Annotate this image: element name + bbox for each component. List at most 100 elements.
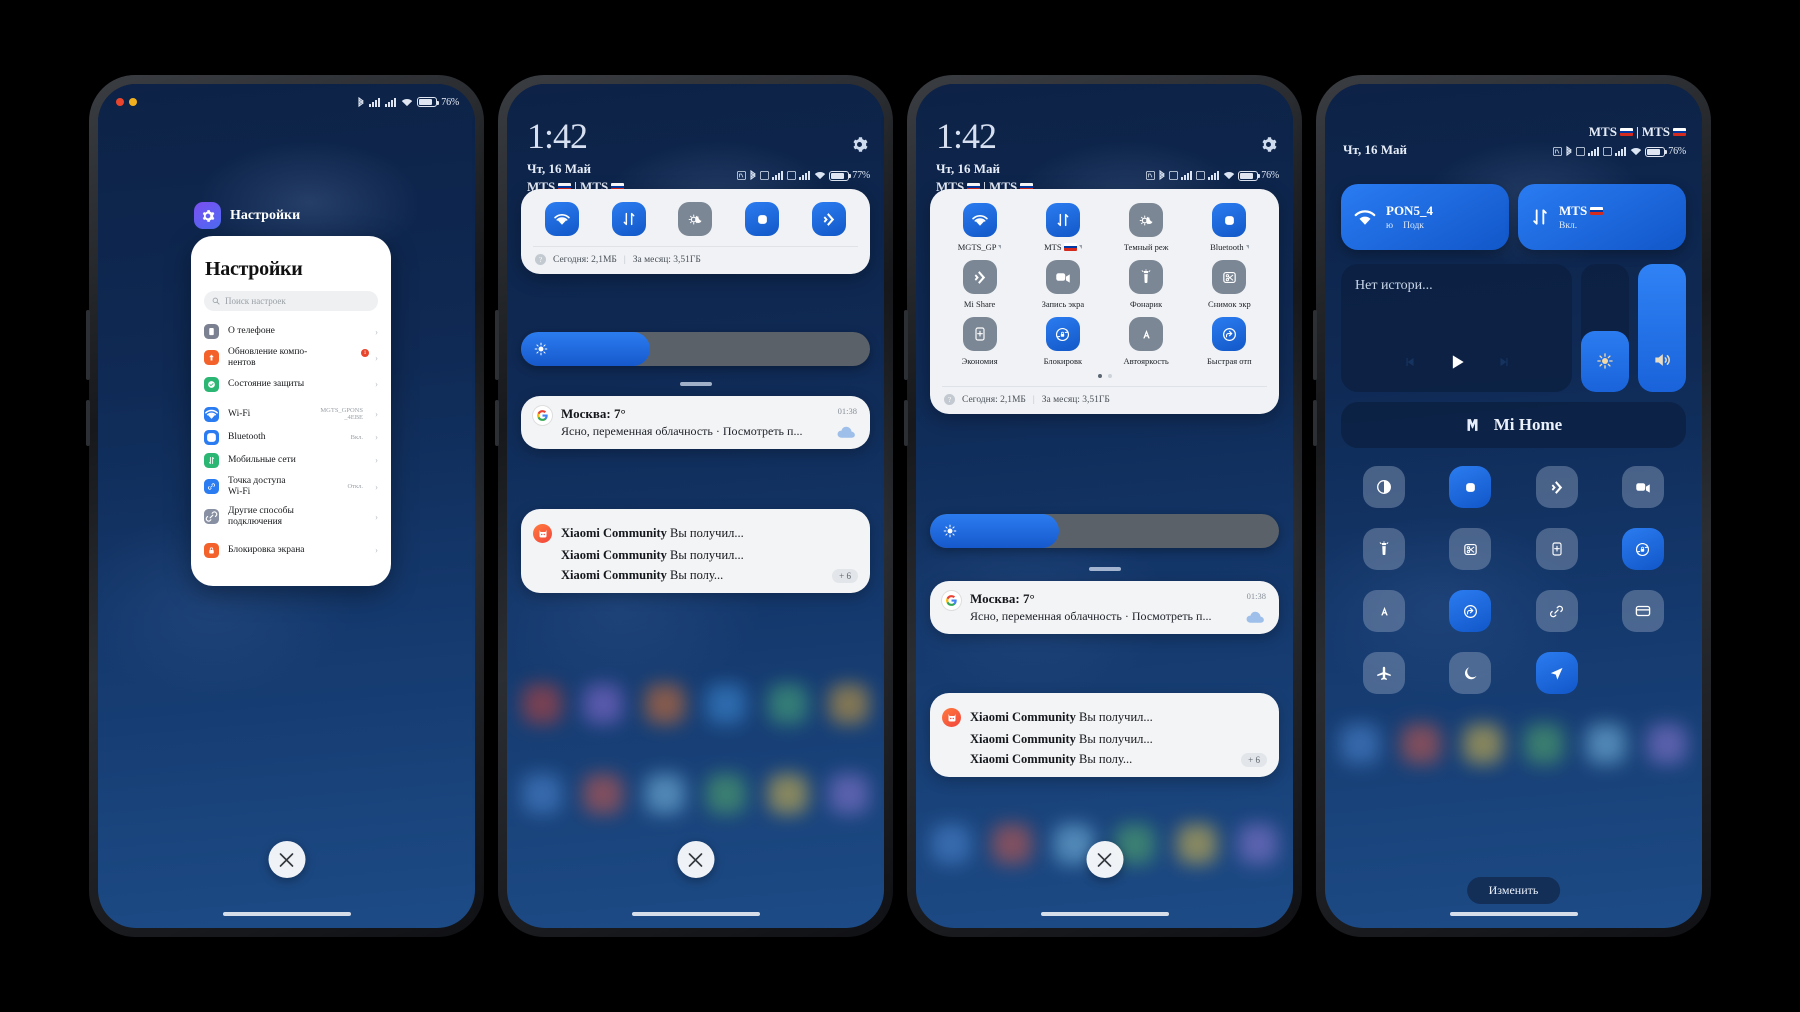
quick-tile-dark-mode[interactable] [1129, 203, 1164, 237]
app-chip[interactable]: Настройки [194, 202, 300, 229]
control-tile-location[interactable] [1535, 652, 1578, 694]
quick-tile-cell[interactable]: Блокировк [1021, 317, 1104, 366]
edit-button[interactable]: Изменить [1466, 877, 1561, 904]
quick-tile-bluetooth[interactable] [1212, 203, 1247, 237]
control-tile-bluetooth[interactable] [1449, 466, 1492, 508]
volume-button[interactable] [86, 400, 90, 446]
control-tile-rotation-lock[interactable] [1621, 528, 1664, 570]
home-indicator[interactable] [1449, 912, 1578, 916]
quick-tile-rotation-lock[interactable] [1045, 317, 1080, 351]
quick-tile-mobile-data[interactable] [1045, 203, 1080, 237]
settings-row[interactable]: Wi-Fi MGTS_GPONS _4EBE › [191, 403, 391, 426]
control-tile-screen-record[interactable] [1621, 466, 1664, 508]
volume-button[interactable] [904, 400, 908, 446]
quick-tile-mi-share[interactable] [811, 202, 846, 236]
settings-row[interactable]: О телефоне › [191, 320, 391, 343]
quick-tile-cell[interactable]: Темный реж [1105, 203, 1188, 252]
notification-weather[interactable]: 01:38 Москва: 7° Ясно, переменная облачн… [521, 396, 870, 449]
quick-tile-dark-mode[interactable] [678, 202, 713, 236]
data-usage-row[interactable]: ? Сегодня: 2,1МБ | За месяц: 3,51ГБ [930, 387, 1279, 414]
volume-button[interactable] [495, 400, 499, 446]
notification-weather[interactable]: 01:38 Москва: 7° Ясно, переменная облачн… [930, 581, 1279, 634]
search-input[interactable]: Поиск настроек [204, 291, 378, 311]
quick-tile-battery-saver[interactable] [962, 317, 997, 351]
settings-row[interactable]: Состояние защиты › [191, 373, 391, 396]
settings-row[interactable]: Bluetooth Вкл. › [191, 426, 391, 449]
settings-shortcut-button[interactable] [851, 136, 868, 153]
quick-tile-cell[interactable]: Экономия [938, 317, 1021, 366]
settings-row[interactable]: Обновление компо-нентов 1 › [191, 343, 391, 373]
notification-group-xiaomi[interactable]: Xiaomi Community Вы получил... Xiaomi Co… [521, 509, 870, 593]
quick-tile-mi-share[interactable] [962, 260, 997, 294]
quick-tile-cell[interactable]: Bluetooth [1188, 203, 1271, 252]
chevron-down-icon[interactable] [998, 245, 1002, 249]
quick-tile-quick-reply[interactable] [1212, 317, 1247, 351]
control-tile-auto-brightness[interactable] [1363, 590, 1406, 632]
quick-tile-flashlight[interactable] [1129, 260, 1164, 294]
page-dot[interactable] [1097, 374, 1102, 378]
wifi-card[interactable]: PON5_4 ю Подк [1341, 184, 1509, 250]
control-tile-quick-reply[interactable] [1449, 590, 1492, 632]
quick-tile-cell[interactable]: Фонарик [1105, 260, 1188, 309]
quick-tile-wifi[interactable] [545, 202, 580, 236]
close-button[interactable] [1086, 841, 1123, 878]
settings-row[interactable]: Точка доступа Wi-Fi Откл. › [191, 472, 391, 502]
quick-tile-cell[interactable]: Mi Share [938, 260, 1021, 309]
quick-tile-mobile-data[interactable] [611, 202, 646, 236]
quick-tile-screenshot[interactable] [1212, 260, 1247, 294]
data-usage-row[interactable]: ? Сегодня: 2,1МБ | За месяц: 3,51ГБ [521, 247, 870, 274]
volume-button[interactable] [1313, 400, 1317, 446]
power-button[interactable] [495, 310, 499, 380]
page-dot[interactable] [1107, 374, 1112, 378]
home-indicator[interactable] [1040, 912, 1169, 916]
home-indicator[interactable] [631, 912, 760, 916]
next-icon[interactable] [1497, 355, 1511, 369]
more-notifications-badge[interactable]: + 6 [832, 568, 858, 583]
shade-grabber[interactable] [679, 382, 712, 386]
chevron-down-icon[interactable] [1078, 245, 1082, 249]
power-button[interactable] [1313, 310, 1317, 380]
brightness-slider[interactable] [1581, 264, 1629, 392]
prev-icon[interactable] [1403, 355, 1417, 369]
control-tile-wallet[interactable] [1621, 590, 1664, 632]
quick-tile-cell[interactable]: Снимок экр [1188, 260, 1271, 309]
more-notifications-badge[interactable]: + 6 [1241, 752, 1267, 767]
mi-home-button[interactable]: Mi Home [1341, 402, 1686, 448]
control-tile-battery-saver[interactable] [1535, 528, 1578, 570]
quick-tile-cell[interactable]: Запись экра [1021, 260, 1104, 309]
volume-slider[interactable] [1638, 264, 1686, 392]
mobile-data-card[interactable]: MTS Вкл. [1518, 184, 1686, 250]
quick-tile-cell[interactable]: Быстрая отп [1188, 317, 1271, 366]
quick-tile-cell[interactable]: MGTS_GP [938, 203, 1021, 252]
close-button[interactable] [268, 841, 305, 878]
settings-row[interactable]: Блокировка экрана › [191, 539, 391, 562]
close-button[interactable] [677, 841, 714, 878]
control-tile-link[interactable] [1535, 590, 1578, 632]
brightness-slider-3[interactable] [930, 514, 1279, 548]
control-tile-airplane[interactable] [1363, 652, 1406, 694]
settings-shortcut-button[interactable] [1260, 136, 1277, 153]
power-button[interactable] [86, 310, 90, 380]
quick-tile-wifi[interactable] [962, 203, 997, 237]
quick-tile-bluetooth[interactable] [745, 202, 780, 236]
play-icon[interactable] [1447, 352, 1467, 372]
control-tile-mi-share[interactable] [1535, 466, 1578, 508]
quick-tile-cell[interactable]: MTS [1021, 203, 1104, 252]
control-tile-screenshot[interactable] [1449, 528, 1492, 570]
shade-grabber[interactable] [1088, 567, 1121, 571]
brightness-slider-2[interactable] [521, 332, 870, 366]
quick-tile-cell[interactable]: Автояркость [1105, 317, 1188, 366]
settings-row[interactable]: Другие способы подключения › [191, 502, 391, 532]
home-indicator[interactable] [222, 912, 351, 916]
quick-tile-screen-record[interactable] [1045, 260, 1080, 294]
power-button[interactable] [904, 310, 908, 380]
settings-row[interactable]: Мобильные сети › [191, 449, 391, 472]
quick-tile-auto-brightness[interactable] [1129, 317, 1164, 351]
chevron-down-icon[interactable] [1245, 245, 1249, 249]
page-dots[interactable] [930, 372, 1279, 386]
control-tile-contrast[interactable] [1363, 466, 1406, 508]
media-player-card[interactable]: Нет истори... [1341, 264, 1572, 392]
control-tile-flashlight[interactable] [1363, 528, 1406, 570]
control-tile-moon[interactable] [1449, 652, 1492, 694]
notification-group-xiaomi[interactable]: Xiaomi Community Вы получил... Xiaomi Co… [930, 693, 1279, 777]
